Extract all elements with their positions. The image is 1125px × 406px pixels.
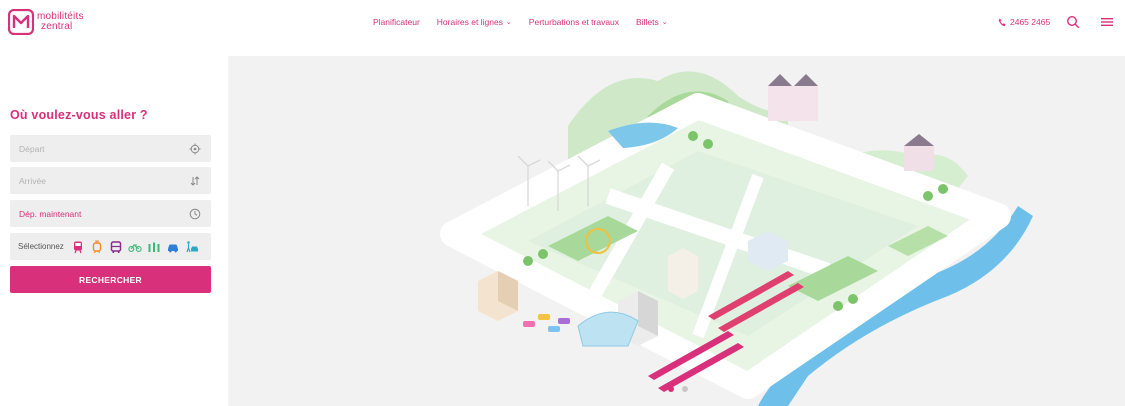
car-icon[interactable] <box>166 240 180 254</box>
search-icon[interactable] <box>1066 15 1080 29</box>
nav-billets[interactable]: Billets ⌄ <box>636 17 668 27</box>
arrival-placeholder: Arrivée <box>19 175 46 186</box>
main-nav: Planificateur Horaires et lignes ⌄ Pertu… <box>373 17 668 27</box>
header: mobilitéits zentral Planificateur Horair… <box>0 0 1125 52</box>
logo[interactable]: mobilitéits zentral <box>8 9 84 35</box>
logo-mark-icon <box>8 9 34 35</box>
logo-text: mobilitéits zentral <box>37 12 84 32</box>
swap-icon[interactable] <box>189 175 201 187</box>
planner-title: Où voulez-vous aller ? <box>10 108 148 122</box>
train-icon[interactable] <box>71 240 85 254</box>
phone-number: 2465 2465 <box>1010 17 1051 27</box>
carousel-dot[interactable] <box>668 386 674 392</box>
chevron-down-icon: ⌄ <box>505 19 512 26</box>
time-field[interactable]: Dép. maintenant <box>10 200 211 227</box>
carousel-dot[interactable] <box>682 386 688 392</box>
chevron-down-icon: ⌄ <box>661 19 668 26</box>
time-value: Dép. maintenant <box>19 208 82 219</box>
departure-field[interactable]: Départ <box>10 135 211 162</box>
nav-perturbations[interactable]: Perturbations et travaux <box>529 17 619 27</box>
nav-horaires[interactable]: Horaires et lignes ⌄ <box>437 17 512 27</box>
phone-link[interactable]: 2465 2465 <box>998 17 1050 27</box>
tram-icon[interactable] <box>90 239 104 254</box>
logo-line2: zentral <box>41 21 73 32</box>
pedestrian-car-icon[interactable] <box>185 240 199 254</box>
shared-bike-icon[interactable] <box>147 240 161 254</box>
phone-icon <box>998 18 1006 26</box>
nav-label: Horaires et lignes <box>436 17 503 27</box>
carousel-dots <box>668 386 688 392</box>
menu-icon[interactable] <box>1101 16 1113 28</box>
search-button[interactable]: RECHERCHER <box>10 266 211 293</box>
modes-label: Sélectionnez <box>18 242 64 251</box>
clock-icon[interactable] <box>189 208 201 220</box>
nav-planificateur[interactable]: Planificateur <box>373 17 420 27</box>
isometric-city-illustration <box>440 71 1033 406</box>
transport-modes: Sélectionnez <box>10 233 211 260</box>
nav-label: Planificateur <box>373 17 420 27</box>
bus-icon[interactable] <box>109 240 123 254</box>
hero-illustration <box>228 56 1125 406</box>
arrival-field[interactable]: Arrivée <box>10 167 211 194</box>
nav-label: Billets <box>636 17 659 27</box>
locate-icon[interactable] <box>189 143 201 155</box>
nav-label: Perturbations et travaux <box>528 17 620 27</box>
bike-icon[interactable] <box>128 240 142 254</box>
departure-placeholder: Départ <box>19 143 45 154</box>
